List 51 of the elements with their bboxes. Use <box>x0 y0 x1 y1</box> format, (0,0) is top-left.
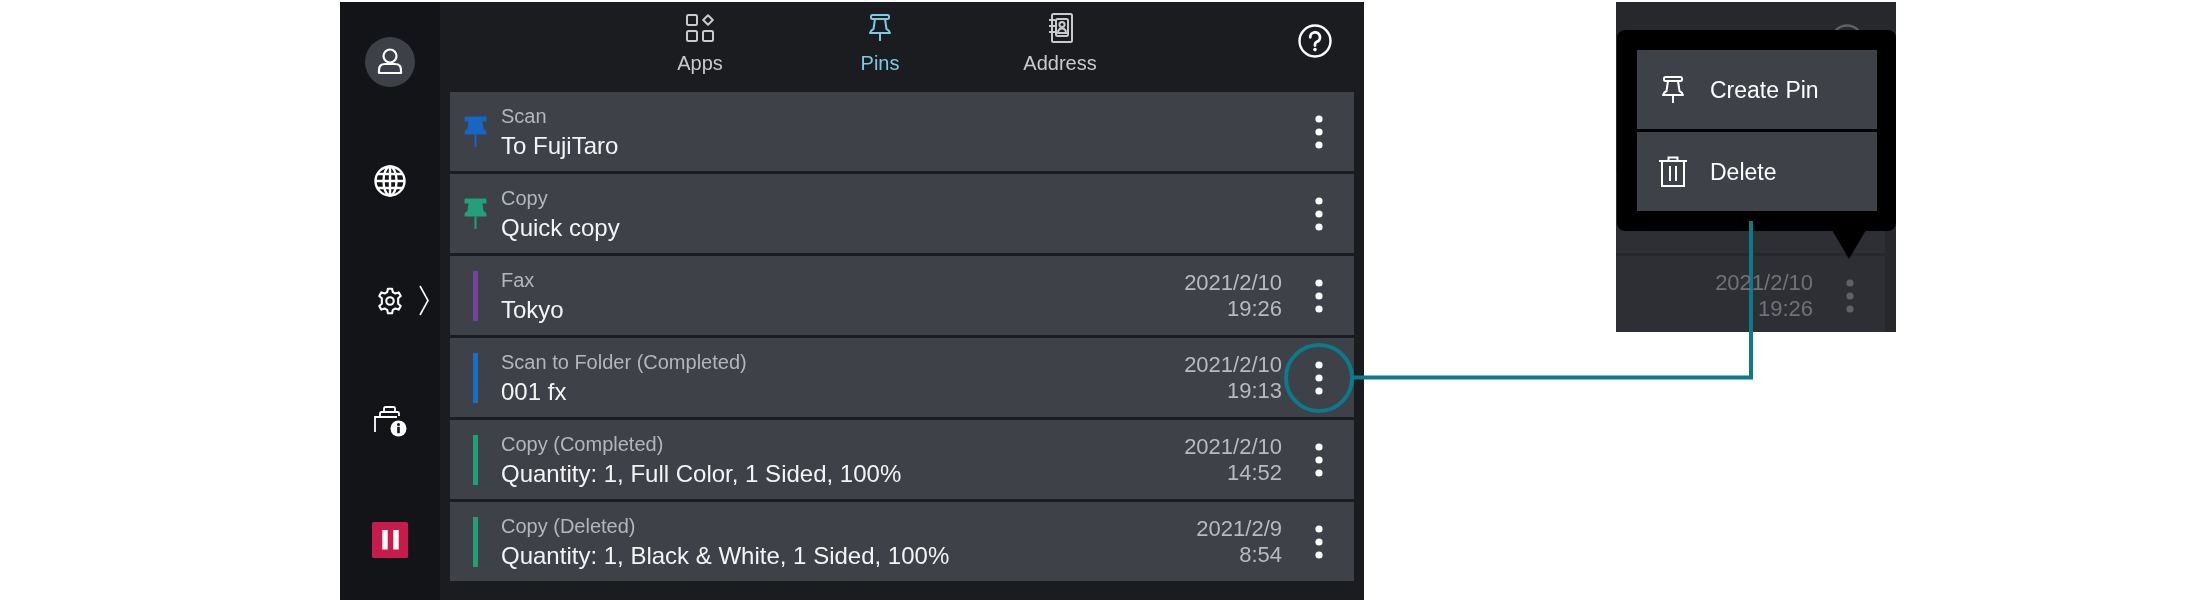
globe-icon[interactable] <box>374 165 406 198</box>
job-category: Fax <box>501 267 536 292</box>
nav-tab[interactable]: Apps <box>610 2 790 92</box>
job-row[interactable]: Copy (Completed) Quantity: 1, Full Color, 1 Sided, 100% 2021/2/10 14:52 <box>450 420 1354 499</box>
help-icon[interactable] <box>1298 24 1332 58</box>
menu-item[interactable]: Delete <box>1637 132 1877 211</box>
job-date: 2021/2/10 <box>1184 351 1282 378</box>
job-title: Quick copy <box>501 212 621 242</box>
job-time: 8:54 <box>1239 541 1282 568</box>
user-avatar-icon[interactable] <box>365 36 415 87</box>
more-options-icon <box>1846 278 1854 313</box>
address-book-icon <box>1047 13 1073 43</box>
job-date: 2021/2/10 <box>1184 433 1282 460</box>
trash-icon <box>1658 156 1688 187</box>
job-category: Copy (Completed) <box>501 431 665 456</box>
settings-icon[interactable] <box>376 287 404 315</box>
pushpin-icon <box>868 14 892 42</box>
job-category: Copy <box>501 185 549 210</box>
nav-tab[interactable]: Pins <box>790 2 970 92</box>
job-time: 19:26 <box>1757 295 1813 322</box>
pause-icon[interactable] <box>372 522 408 559</box>
job-title: Quantity: 1, Full Color, 1 Sided, 100% <box>501 458 903 488</box>
job-title: Tokyo <box>501 294 565 324</box>
job-title: To FujiTaro <box>501 130 620 160</box>
job-row[interactable]: Copy Quick copy <box>450 174 1354 253</box>
job-date: 2021/2/9 <box>1196 515 1282 542</box>
job-row[interactable]: Scan to Folder (Completed) 001 fx 2021/2/10 19:13 <box>450 338 1354 417</box>
job-title: 001 fx <box>501 376 568 406</box>
job-time: 14:52 <box>1226 459 1282 486</box>
more-options-icon[interactable] <box>1315 360 1323 395</box>
printer-info-icon[interactable] <box>373 404 407 437</box>
job-row[interactable]: Copy (Deleted) Quantity: 1, Black & White, 1 Sided, 100% 2021/2/9 8:54 <box>450 502 1354 581</box>
job-time: 19:13 <box>1226 377 1282 404</box>
chevron-right-icon[interactable] <box>419 285 429 317</box>
job-title: Quantity: 1, Black & White, 1 Sided, 100% <box>501 540 951 570</box>
menu-item[interactable]: Create Pin <box>1637 50 1877 129</box>
job-row[interactable]: Fax Tokyo 2021/2/10 19:26 <box>450 256 1354 335</box>
grid-icon <box>686 14 714 42</box>
job-category: Scan <box>501 103 548 128</box>
more-options-icon[interactable] <box>1315 278 1323 313</box>
job-time: 19:26 <box>1226 295 1282 322</box>
more-options-icon[interactable] <box>1315 114 1323 149</box>
job-category: Scan to Folder (Completed) <box>501 349 748 374</box>
nav-tab[interactable]: Address <box>970 2 1150 92</box>
more-options-icon[interactable] <box>1315 524 1323 559</box>
job-row[interactable]: Scan To FujiTaro <box>450 92 1354 171</box>
job-category: Copy (Deleted) <box>501 513 637 538</box>
job-date: 2021/2/10 <box>1184 269 1282 296</box>
more-options-icon[interactable] <box>1315 442 1323 477</box>
more-options-icon[interactable] <box>1315 196 1323 231</box>
pushpin-icon <box>1661 75 1685 104</box>
